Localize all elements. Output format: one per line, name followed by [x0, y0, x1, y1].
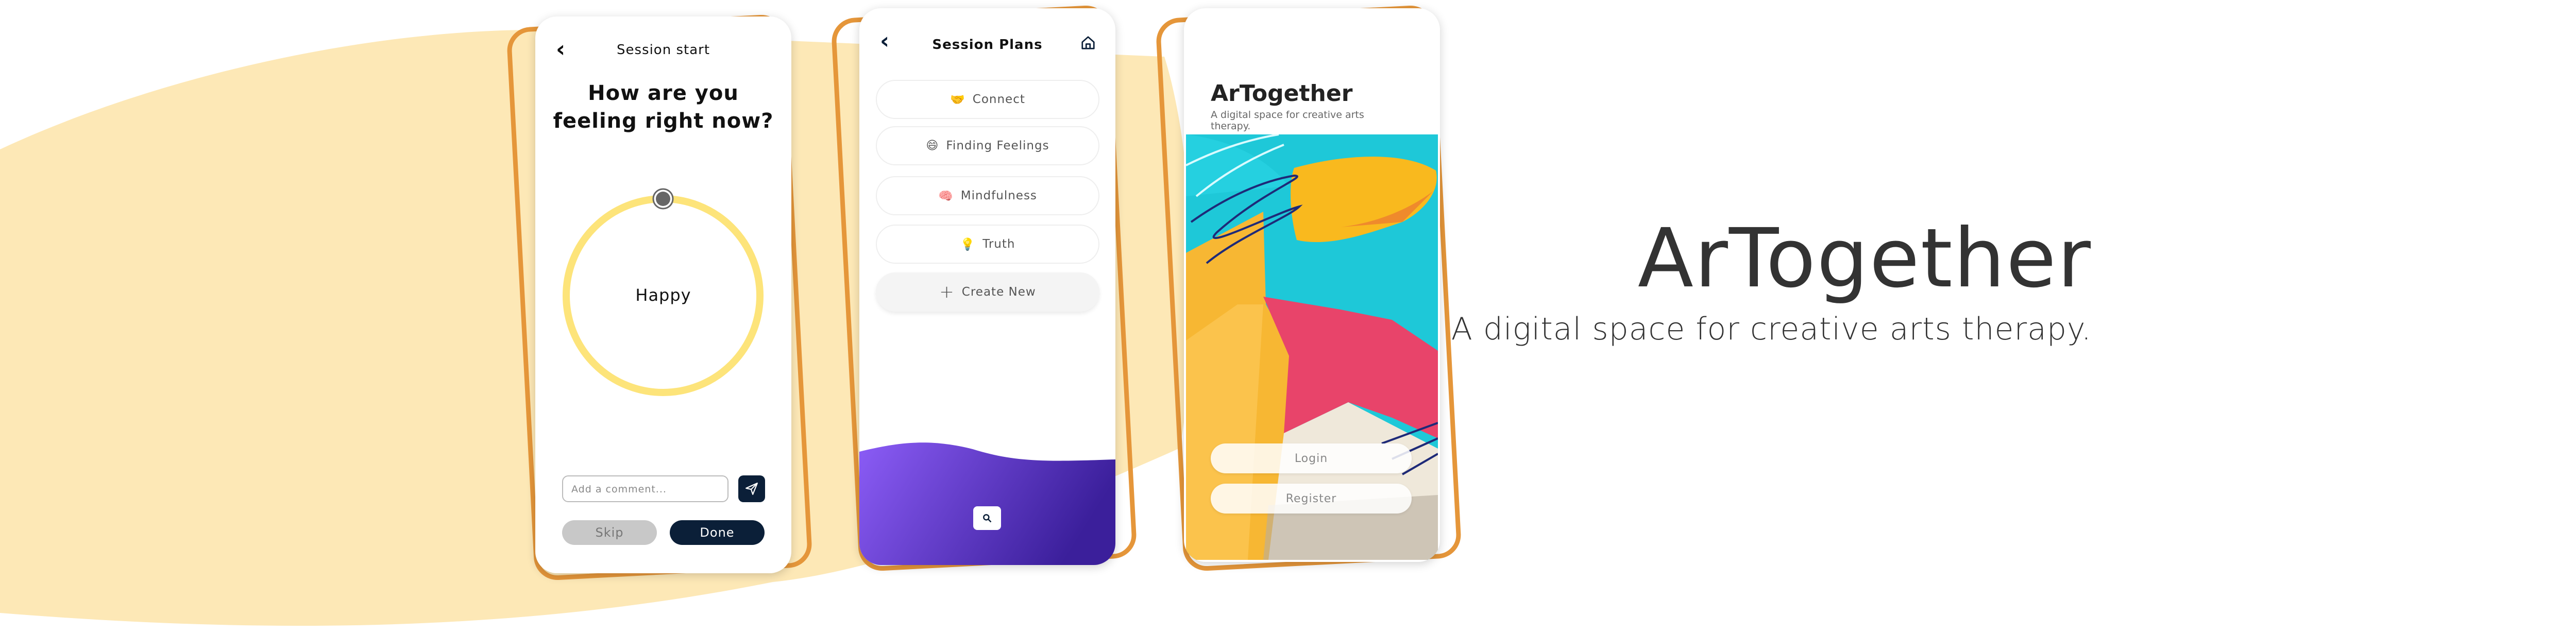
lightbulb-icon: 💡 — [960, 237, 976, 251]
done-button[interactable]: Done — [670, 520, 765, 545]
hero-subtitle: A digital space for creative arts therap… — [1451, 311, 2092, 347]
brain-icon: 🧠 — [938, 189, 954, 203]
plan-label: Finding Feelings — [946, 139, 1049, 152]
smile-icon: 😄 — [926, 139, 939, 152]
plan-truth[interactable]: 💡 Truth — [876, 225, 1099, 264]
phone-session-plans: ‹ Session Plans 🤝 Connect 😄 Finding Feelin… — [859, 8, 1115, 565]
search-button[interactable] — [973, 506, 1001, 530]
comment-input[interactable]: Add a comment... — [562, 475, 728, 502]
phone-welcome: ArTogether A digital space for creative … — [1184, 8, 1440, 562]
send-button[interactable] — [738, 475, 765, 502]
paper-plane-icon — [745, 483, 758, 495]
screen-title: Session Plans — [932, 37, 1043, 53]
skip-button[interactable]: Skip — [562, 520, 657, 545]
plan-finding-feelings[interactable]: 😄 Finding Feelings — [876, 126, 1099, 165]
plan-mindfulness[interactable]: 🧠 Mindfulness — [876, 176, 1099, 215]
register-button[interactable]: Register — [1211, 484, 1412, 514]
login-button[interactable]: Login — [1211, 443, 1412, 473]
mood-dial[interactable] — [535, 16, 791, 429]
hero-title: ArTogether — [1637, 211, 2092, 306]
app-tagline: A digital space for creative arts therap… — [1211, 109, 1364, 132]
purple-wave — [859, 442, 1115, 565]
plan-label: Connect — [972, 93, 1025, 106]
plan-label: Truth — [982, 237, 1015, 251]
app-name: ArTogether — [1211, 80, 1353, 107]
create-new-label: Create New — [961, 285, 1036, 299]
plan-label: Mindfulness — [960, 189, 1037, 202]
home-icon[interactable] — [1080, 35, 1096, 50]
plus-icon: + — [939, 282, 955, 302]
plan-connect[interactable]: 🤝 Connect — [876, 80, 1099, 119]
search-icon — [983, 514, 992, 523]
phone-session-start: ‹ Session start How are you feeling righ… — [535, 16, 791, 573]
handshake-icon: 🤝 — [950, 93, 965, 107]
mood-label: Happy — [635, 285, 691, 305]
create-new-button[interactable]: + Create New — [876, 272, 1099, 312]
